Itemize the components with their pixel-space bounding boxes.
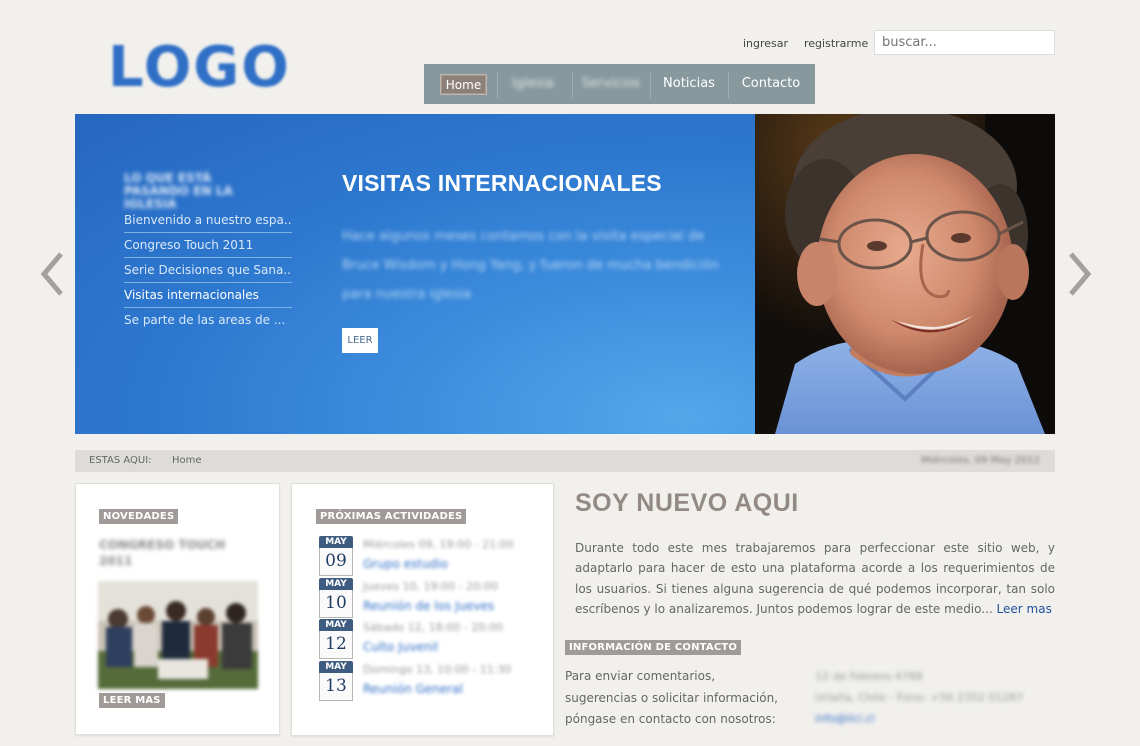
contact-address: 12 de Febrero 4788 xyxy=(815,670,923,683)
hero-read-button[interactable]: LEER xyxy=(342,328,378,353)
new-here-read-more-link[interactable]: Leer mas xyxy=(997,602,1052,616)
hero-slide-link-active[interactable]: Visitas internacionales xyxy=(124,283,292,308)
news-tag: NOVEDADES xyxy=(99,509,179,524)
event-item[interactable]: MAY 12 Sábado 12, 18:00 - 20:00 Culto Ju… xyxy=(319,619,549,661)
contact-info-tag: INFORMACIÓN DE CONTACTO xyxy=(565,640,742,655)
event-name[interactable]: Reunión de los Jueves xyxy=(363,599,494,613)
contact-text: Para enviar comentarios, sugerencias o s… xyxy=(565,669,778,726)
event-item[interactable]: MAY 09 Miércoles 09, 19:00 - 21:00 Grupo… xyxy=(319,536,549,578)
calendar-icon: MAY 13 xyxy=(319,661,353,703)
calendar-icon: MAY 12 xyxy=(319,619,353,661)
nav-servicios[interactable]: Servicios xyxy=(573,64,649,104)
event-name[interactable]: Reunión General xyxy=(363,682,463,696)
news-title[interactable]: CONGRESO TOUCH 2011 xyxy=(99,537,234,569)
main-nav: Home Iglesia Servicios Noticias Contacto xyxy=(424,64,815,104)
events-tag: PRÓXIMAS ACTIVIDADES xyxy=(316,509,467,524)
slider-prev-arrow-icon[interactable] xyxy=(38,250,66,298)
contact-phone: Urlaña, Chile - Fono: +56 2352 01287 xyxy=(815,691,1024,704)
register-link[interactable]: registrarme xyxy=(804,37,868,50)
event-item[interactable]: MAY 13 Domingo 13, 10:00 - 11:30 Reunión… xyxy=(319,661,549,703)
hero-slide-link[interactable]: Se parte de las areas de ... xyxy=(124,308,292,333)
event-time: Jueves 10, 19:00 - 20:00 xyxy=(363,580,498,593)
breadcrumb: ESTAS AQUI: Home Miércoles, 09 May 2012 xyxy=(75,450,1055,472)
slider-next-arrow-icon[interactable] xyxy=(1066,250,1094,298)
hero-side-title: Lo que está pasando en la iglesia xyxy=(124,171,233,211)
news-group-photo[interactable] xyxy=(98,581,258,689)
hero-slide-link[interactable]: Congreso Touch 2011 xyxy=(124,233,292,258)
hero-description: Hace algunos meses contamos con la visit… xyxy=(342,229,719,302)
new-here-text: Durante todo este mes trabajaremos para … xyxy=(575,541,1055,616)
hero-slide-link[interactable]: Serie Decisiones que Sana... xyxy=(124,258,292,283)
event-time: Domingo 13, 10:00 - 11:30 xyxy=(363,663,512,676)
events-panel: PRÓXIMAS ACTIVIDADES MAY 09 Miércoles 09… xyxy=(291,483,554,736)
hero-slider: Lo que está pasando en la iglesia Bienve… xyxy=(75,114,1055,434)
hero-slide-link[interactable]: Bienvenido a nuestro espa... xyxy=(124,208,292,233)
search-input[interactable] xyxy=(874,30,1055,55)
breadcrumb-home-link[interactable]: Home xyxy=(172,450,202,472)
calendar-icon: MAY 10 xyxy=(319,578,353,620)
event-name[interactable]: Culto Juvenil xyxy=(363,640,438,654)
contact-details: 12 de Febrero 4788 Urlaña, Chile - Fono:… xyxy=(815,666,1055,729)
event-time: Miércoles 09, 19:00 - 21:00 xyxy=(363,538,514,551)
hero-title: VISITAS INTERNACIONALES xyxy=(342,170,662,196)
event-item[interactable]: MAY 10 Jueves 10, 19:00 - 20:00 Reunión … xyxy=(319,578,549,620)
current-date: Miércoles, 09 May 2012 xyxy=(921,455,1040,466)
nav-contacto[interactable]: Contacto xyxy=(729,64,813,104)
new-here-title: SOY NUEVO AQUI xyxy=(575,489,799,517)
event-time: Sábado 12, 18:00 - 20:00 xyxy=(363,621,504,634)
hero-slide-list: Bienvenido a nuestro espa... Congreso To… xyxy=(124,208,292,333)
news-panel: NOVEDADES CONGRESO TOUCH 2011 LEER MAS xyxy=(75,483,280,735)
contact-email-link[interactable]: info@iici.cl xyxy=(815,708,1055,729)
nav-home[interactable]: Home xyxy=(440,74,487,95)
calendar-icon: MAY 09 xyxy=(319,536,353,578)
site-logo[interactable]: LOGO xyxy=(108,38,291,98)
breadcrumb-label: ESTAS AQUI: xyxy=(89,455,152,466)
login-link[interactable]: ingresar xyxy=(743,37,788,50)
hero-portrait-photo xyxy=(755,114,1055,434)
news-read-more-link[interactable]: LEER MAS xyxy=(99,693,165,708)
event-name[interactable]: Grupo estudio xyxy=(363,557,448,571)
nav-iglesia[interactable]: Iglesia xyxy=(498,64,568,104)
nav-noticias[interactable]: Noticias xyxy=(651,64,727,104)
